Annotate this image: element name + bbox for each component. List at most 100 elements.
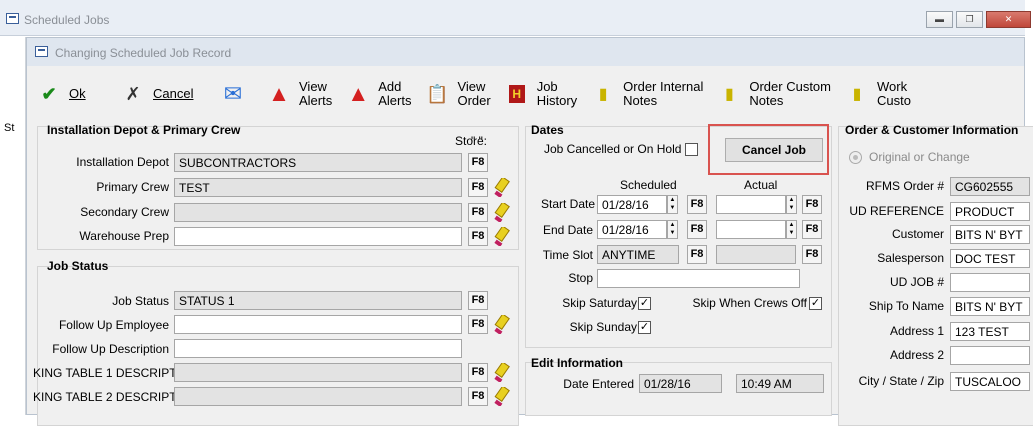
ship-to-name-label: Ship To Name xyxy=(868,299,944,313)
skip-sunday-label: Skip Sunday xyxy=(569,320,637,334)
f8-button[interactable]: F8 xyxy=(687,220,707,239)
skip-sunday-checkbox[interactable]: ✓ xyxy=(638,321,651,334)
background-job-list: St xyxy=(0,37,26,415)
eraser-icon[interactable] xyxy=(493,178,513,197)
skip-saturday-checkbox[interactable]: ✓ xyxy=(638,297,651,310)
note-icon: ▮ xyxy=(852,86,862,103)
restore-button[interactable]: ❐ xyxy=(956,11,983,28)
outer-window-title: Scheduled Jobs xyxy=(24,13,110,27)
minimize-button[interactable]: ▬ xyxy=(926,11,953,28)
secondary-crew-label: Secondary Crew xyxy=(80,205,169,219)
f8-button[interactable]: F8 xyxy=(802,195,822,214)
original-change-label: Original or Change xyxy=(869,150,970,164)
change-job-dialog: Changing Scheduled Job Record ✔ Ok ✗ Can… xyxy=(26,37,1033,426)
f8-button[interactable]: F8 xyxy=(468,363,488,382)
warehouse-prep-label: Warehouse Prep xyxy=(79,229,169,243)
job-history-button[interactable]: H Job History xyxy=(505,74,577,114)
start-date-spinner[interactable]: ▲ ▼ xyxy=(667,195,678,214)
ud-job-label: UD JOB # xyxy=(889,275,944,289)
f8-button[interactable]: F8 xyxy=(468,387,488,406)
note-icon: ▮ xyxy=(724,86,734,103)
eraser-icon[interactable] xyxy=(493,387,513,406)
customer-field[interactable]: BITS N' BYT xyxy=(950,225,1030,244)
end-date-label: End Date xyxy=(542,223,593,237)
eraser-icon[interactable] xyxy=(493,315,513,334)
ud-reference-field[interactable]: PRODUCT xyxy=(950,202,1030,221)
work-customer-label: Work Custo xyxy=(877,79,911,108)
dialog-title: Changing Scheduled Job Record xyxy=(55,46,232,60)
start-date-label: Start Date xyxy=(541,197,596,211)
ship-to-name-field[interactable]: BITS N' BYT xyxy=(950,297,1030,316)
ok-button[interactable]: ✔ Ok xyxy=(37,74,107,114)
primary-crew-field[interactable]: TEST xyxy=(174,178,462,197)
ud-job-field[interactable] xyxy=(950,273,1030,292)
f8-button[interactable]: F8 xyxy=(468,227,488,246)
order-internal-notes-button[interactable]: ▮ Order Internal Notes xyxy=(591,74,704,114)
installation-panel-title: Installation Depot & Primary Crew xyxy=(47,123,241,137)
add-alerts-button[interactable]: ▲ Add Alerts xyxy=(346,74,411,114)
salesperson-field[interactable]: DOC TEST xyxy=(950,249,1030,268)
warehouse-prep-field[interactable] xyxy=(174,227,462,246)
cancel-job-button[interactable]: Cancel Job xyxy=(725,138,823,162)
secondary-crew-field[interactable] xyxy=(174,203,462,222)
view-alerts-button[interactable]: ▲ View Alerts xyxy=(267,74,332,114)
primary-crew-label: Primary Crew xyxy=(96,180,169,194)
installation-depot-field[interactable]: SUBCONTRACTORS xyxy=(174,153,462,172)
f8-button[interactable]: F8 xyxy=(802,245,822,264)
cancel-button[interactable]: ✗ Cancel xyxy=(121,74,207,114)
view-alerts-label: View Alerts xyxy=(299,79,333,108)
job-cancelled-checkbox[interactable] xyxy=(685,143,698,156)
skip-crews-off-checkbox[interactable]: ✓ xyxy=(809,297,822,310)
dialog-icon xyxy=(35,46,48,57)
close-button[interactable]: ✕ xyxy=(986,11,1031,28)
date-entered-field[interactable]: 01/28/16 xyxy=(639,374,722,393)
f8-button[interactable]: F8 xyxy=(468,291,488,310)
address1-field[interactable]: 123 TEST xyxy=(950,322,1030,341)
start-date-field[interactable]: 01/28/16 xyxy=(597,195,667,214)
dialog-titlebar: Changing Scheduled Job Record xyxy=(27,38,1024,66)
address2-field[interactable] xyxy=(950,346,1030,365)
city-field[interactable]: TUSCALOO xyxy=(950,372,1030,391)
follow-up-employee-field[interactable] xyxy=(174,315,462,334)
follow-up-description-field[interactable] xyxy=(174,339,462,358)
end-date-actual-field[interactable] xyxy=(716,220,786,239)
f8-button[interactable]: F8 xyxy=(802,220,822,239)
f8-button[interactable]: F8 xyxy=(687,195,707,214)
order-custom-notes-button[interactable]: ▮ Order Custom Notes xyxy=(717,74,831,114)
original-change-radio[interactable] xyxy=(849,151,862,164)
f8-button[interactable]: F8 xyxy=(687,245,707,264)
rfms-order-label: RFMS Order # xyxy=(865,179,944,193)
add-alerts-label: Add Alerts xyxy=(378,79,412,108)
history-icon: H xyxy=(505,82,529,106)
f8-button[interactable]: F8 xyxy=(468,153,488,172)
order-internal-notes-label: Order Internal Notes xyxy=(623,79,704,108)
eraser-icon[interactable] xyxy=(493,363,513,382)
installation-depot-label: Installation Depot xyxy=(76,155,169,169)
date-entered-label: Date Entered xyxy=(563,377,634,391)
table1-field[interactable] xyxy=(174,363,462,382)
stop-field[interactable] xyxy=(597,269,800,288)
view-order-button[interactable]: 📋 View Order xyxy=(425,74,490,114)
f8-button[interactable]: F8 xyxy=(468,203,488,222)
list-column-header: St xyxy=(4,122,15,134)
f8-button[interactable]: F8 xyxy=(468,178,488,197)
job-status-panel-title: Job Status xyxy=(47,259,109,273)
follow-up-employee-label: Follow Up Employee xyxy=(58,318,169,332)
work-customer-button[interactable]: ▮ Work Custo xyxy=(845,74,911,114)
email-button[interactable]: ✉ xyxy=(221,74,253,114)
order-customer-panel-title: Order & Customer Information xyxy=(845,123,1019,137)
time-slot-field[interactable]: ANYTIME xyxy=(597,245,679,264)
rfms-order-field[interactable]: CG602555 xyxy=(950,177,1030,196)
time-slot-actual-field[interactable] xyxy=(716,245,796,264)
end-date-actual-spinner[interactable]: ▲ ▼ xyxy=(786,220,797,239)
eraser-icon[interactable] xyxy=(493,227,513,246)
start-date-actual-spinner[interactable]: ▲ ▼ xyxy=(786,195,797,214)
f8-button[interactable]: F8 xyxy=(468,315,488,334)
end-date-spinner[interactable]: ▲ ▼ xyxy=(667,220,678,239)
time-entered-field[interactable]: 10:49 AM xyxy=(736,374,824,393)
table2-field[interactable] xyxy=(174,387,462,406)
end-date-field[interactable]: 01/28/16 xyxy=(597,220,667,239)
eraser-icon[interactable] xyxy=(493,203,513,222)
job-status-field[interactable]: STATUS 1 xyxy=(174,291,462,310)
start-date-actual-field[interactable] xyxy=(716,195,786,214)
